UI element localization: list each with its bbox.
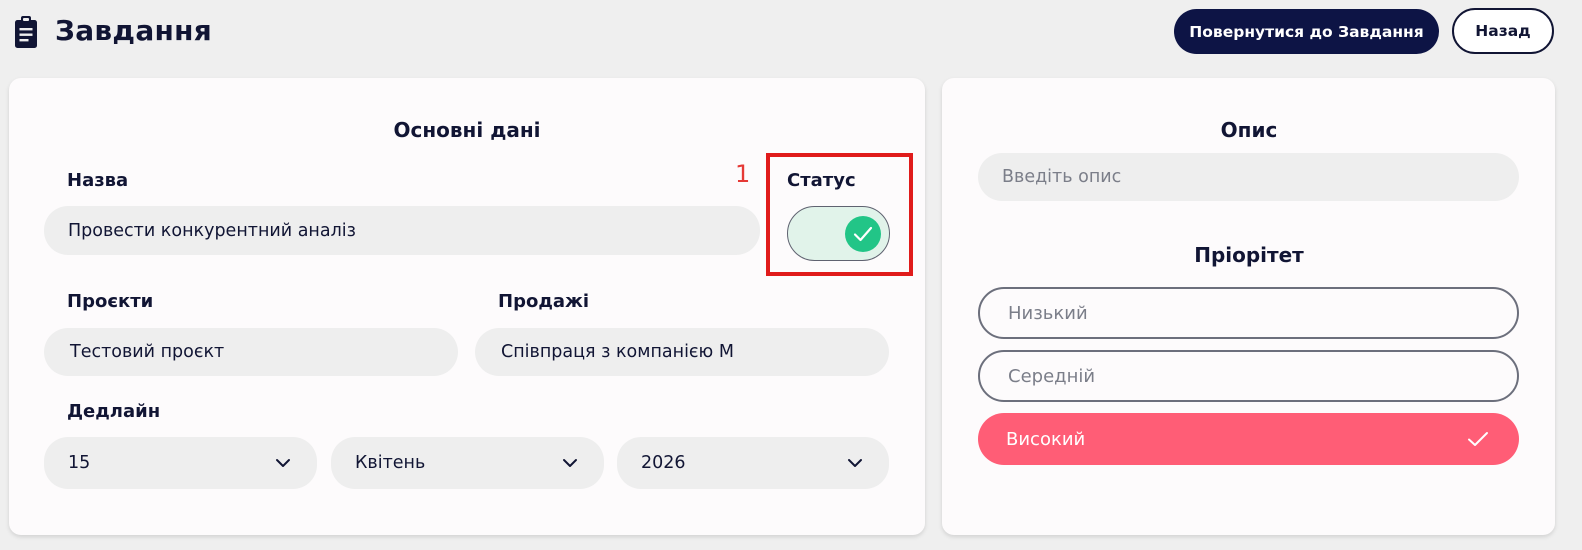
priority-label-low: Низький [1008, 302, 1088, 324]
description-title: Опис [1220, 118, 1278, 142]
sales-label: Продажі [498, 291, 590, 312]
back-button[interactable]: Назад [1452, 8, 1554, 54]
projects-label: Проєкти [67, 291, 154, 312]
projects-value: Тестовий проєкт [70, 342, 225, 362]
sales-value: Співпраця з компанією М [501, 342, 734, 362]
deadline-month-select[interactable]: Квітень [331, 437, 604, 489]
name-input[interactable]: Провести конкурентний аналіз [44, 206, 760, 255]
toggle-knob [845, 216, 881, 252]
check-icon [853, 226, 873, 242]
description-placeholder: Введіть опис [1002, 167, 1122, 187]
check-icon [1468, 432, 1488, 446]
priority-option-high[interactable]: Високий [978, 413, 1519, 465]
priority-label-high: Високий [1006, 428, 1086, 450]
description-input[interactable]: Введіть опис [978, 153, 1519, 201]
back-to-tasks-button[interactable]: Повернутися до Завдання [1174, 9, 1439, 54]
deadline-day-select[interactable]: 15 [44, 437, 317, 489]
page-title: Завдання [55, 14, 213, 47]
deadline-month-value: Квітень [355, 453, 426, 473]
main-data-title: Основні дані [393, 118, 541, 142]
sales-select[interactable]: Співпраця з компанією М [475, 328, 889, 376]
deadline-year-select[interactable]: 2026 [617, 437, 889, 489]
priority-option-low[interactable]: Низький [978, 287, 1519, 339]
chevron-down-icon [563, 459, 577, 467]
annotation-marker: 1 [735, 160, 751, 188]
deadline-day-value: 15 [68, 453, 91, 473]
projects-select[interactable]: Тестовий проєкт [44, 328, 458, 376]
name-label: Назва [67, 170, 129, 191]
priority-option-medium[interactable]: Середній [978, 350, 1519, 402]
name-value: Провести конкурентний аналіз [68, 220, 356, 241]
priority-label-medium: Середній [1008, 365, 1096, 387]
clipboard-icon [15, 16, 37, 48]
deadline-year-value: 2026 [641, 453, 686, 473]
status-toggle[interactable] [787, 206, 890, 261]
chevron-down-icon [276, 459, 290, 467]
status-label: Статус [787, 170, 856, 191]
chevron-down-icon [848, 459, 862, 467]
deadline-label: Дедлайн [67, 401, 161, 422]
priority-title: Пріорітет [1194, 243, 1304, 267]
